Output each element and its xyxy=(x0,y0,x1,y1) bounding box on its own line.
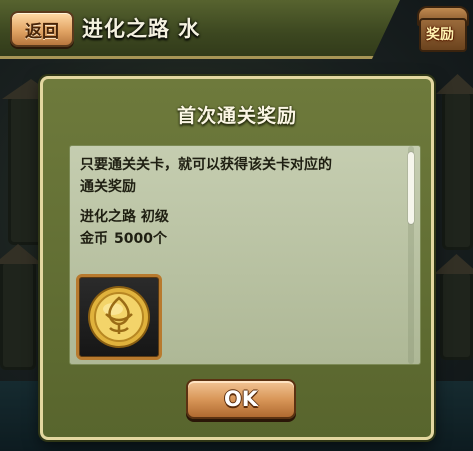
reward-content-panel: 只要通关关卡，就可以获得该关卡对应的 通关奖励 进化之路 初级 金币 5000个 xyxy=(69,145,421,365)
dialog-title: 首次通关奖励 xyxy=(176,105,297,127)
scrollbar-thumb[interactable] xyxy=(408,152,414,224)
reward-description: 只要通关关卡，就可以获得该关卡对应的 通关奖励 xyxy=(80,157,332,195)
back-button[interactable]: 返回 xyxy=(10,11,74,47)
reward-line: 金币 5000个 xyxy=(80,228,167,250)
back-button-label: 返回 xyxy=(25,21,59,42)
reward-amount: 5000个 xyxy=(114,231,167,247)
gold-coin-icon xyxy=(88,286,150,348)
first-clear-reward-dialog: 首次通关奖励 只要通关关卡，就可以获得该关卡对应的 通关奖励 进化之路 初级 金… xyxy=(40,76,434,440)
stage-name: 进化之路 初级 xyxy=(80,209,169,225)
ok-button[interactable]: OK xyxy=(186,379,296,419)
ok-button-label: OK xyxy=(223,387,259,411)
reward-name: 金币 xyxy=(80,231,108,247)
reward-label: 奖励 xyxy=(426,27,454,43)
reward-item-slot[interactable] xyxy=(76,274,162,360)
reward-chest-button[interactable]: 奖励 xyxy=(413,2,469,64)
page-title: 进化之路 水 xyxy=(82,17,201,41)
